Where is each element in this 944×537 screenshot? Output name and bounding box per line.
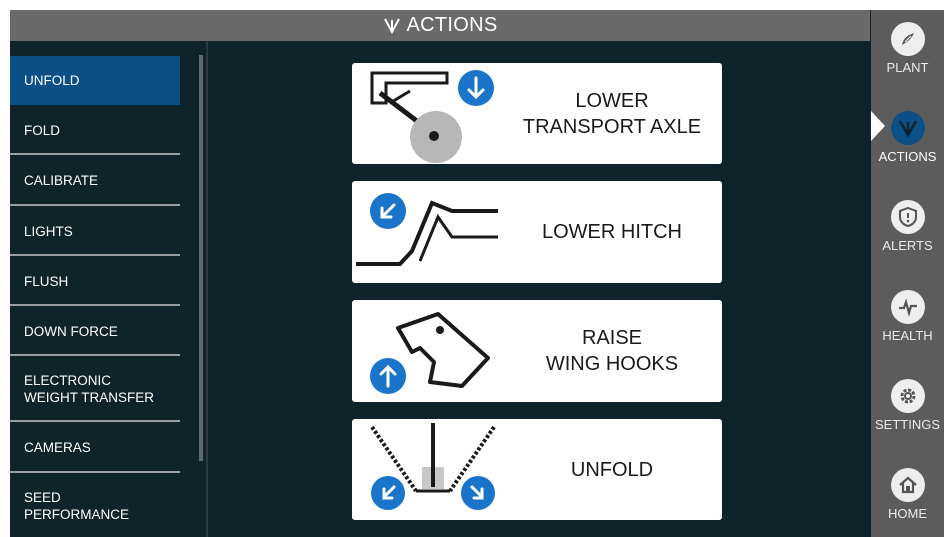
action-label: LOWER TRANSPORT AXLE [502, 88, 722, 140]
hitch-icon [356, 193, 498, 266]
nav-label: HEALTH [882, 328, 933, 343]
action-label-line: LOWER HITCH [542, 221, 682, 243]
plant-icon [890, 22, 925, 56]
unfold-icon [370, 423, 496, 510]
menu-item-label: LIGHTS [24, 223, 73, 239]
menu-item-label: PERFORMANCE [24, 507, 130, 522]
actions-icon [383, 17, 401, 35]
menu-item-label: WEIGHT TRANSFER [24, 390, 155, 405]
menu-item-flush[interactable]: FLUSH [10, 258, 180, 306]
menu-item-unfold[interactable]: UNFOLD [10, 56, 180, 105]
wing-hooks-icon [370, 312, 490, 394]
page-title: ACTIONS [406, 14, 498, 36]
health-pulse-icon [890, 290, 925, 324]
menu-item-label: FOLD [24, 122, 61, 138]
menu-item-label: CAMERAS [24, 440, 91, 455]
nav-health[interactable]: HEALTH [871, 290, 944, 343]
alert-shield-icon [890, 200, 925, 234]
action-lower-transport-axle[interactable]: LOWER TRANSPORT AXLE [352, 63, 722, 164]
menu-item-label: FLUSH [24, 273, 69, 289]
panel-divider [206, 41, 208, 537]
menu-item-calibrate[interactable]: CALIBRATE [10, 157, 180, 206]
actions-icon [890, 111, 925, 145]
menu-item-label: UNFOLD [24, 73, 80, 88]
menu-item-label: ELECTRONIC [24, 373, 112, 388]
menu-item-cameras[interactable]: CAMERAS [10, 424, 180, 473]
nav-actions[interactable]: ACTIONS [871, 111, 944, 164]
menu-item-label: CALIBRATE [24, 173, 99, 188]
menu-item-lights[interactable]: LIGHTS [10, 208, 180, 256]
menu-scrollbar[interactable] [199, 55, 203, 461]
nav-plant[interactable]: PLANT [871, 22, 944, 75]
action-label-line: UNFOLD [570, 458, 654, 481]
main-nav [871, 10, 944, 537]
action-lower-hitch[interactable]: LOWER HITCH [352, 181, 722, 283]
menu-item-label: DOWN FORCE [24, 323, 118, 339]
title-bar: ACTIONS [10, 10, 870, 41]
nav-label: SETTINGS [874, 417, 940, 432]
menu-item-label: SEED [24, 490, 61, 505]
nav-settings[interactable]: SETTINGS [871, 379, 944, 432]
nav-home[interactable]: HOME [871, 468, 944, 521]
action-label-line: WING HOOKS [545, 353, 679, 375]
nav-label: HOME [888, 506, 927, 521]
action-unfold[interactable]: UNFOLD [352, 419, 722, 520]
menu-item-down-force[interactable]: DOWN FORCE [10, 308, 180, 356]
action-label: RAISE WING HOOKS [502, 325, 722, 377]
gear-icon [890, 379, 925, 413]
nav-label: ACTIONS [878, 149, 937, 164]
nav-alerts[interactable]: ALERTS [871, 200, 944, 253]
action-raise-wing-hooks[interactable]: RAISE WING HOOKS [352, 300, 722, 402]
nav-label: ALERTS [882, 238, 933, 253]
action-label-line: LOWER [575, 89, 649, 112]
action-label: UNFOLD [502, 457, 722, 483]
action-label-line: TRANSPORT AXLE [522, 115, 702, 138]
menu-item-fold[interactable]: FOLD [10, 107, 180, 155]
nav-label: PLANT [886, 60, 929, 75]
menu-item-seed-performance[interactable]: SEED PERFORMANCE [10, 475, 180, 537]
action-label: LOWER HITCH [502, 219, 722, 245]
transport-axle-icon [370, 70, 494, 163]
home-icon [890, 468, 925, 502]
menu-item-electronic-weight-transfer[interactable]: ELECTRONIC WEIGHT TRANSFER [10, 358, 180, 422]
action-label-line: RAISE [581, 327, 643, 349]
